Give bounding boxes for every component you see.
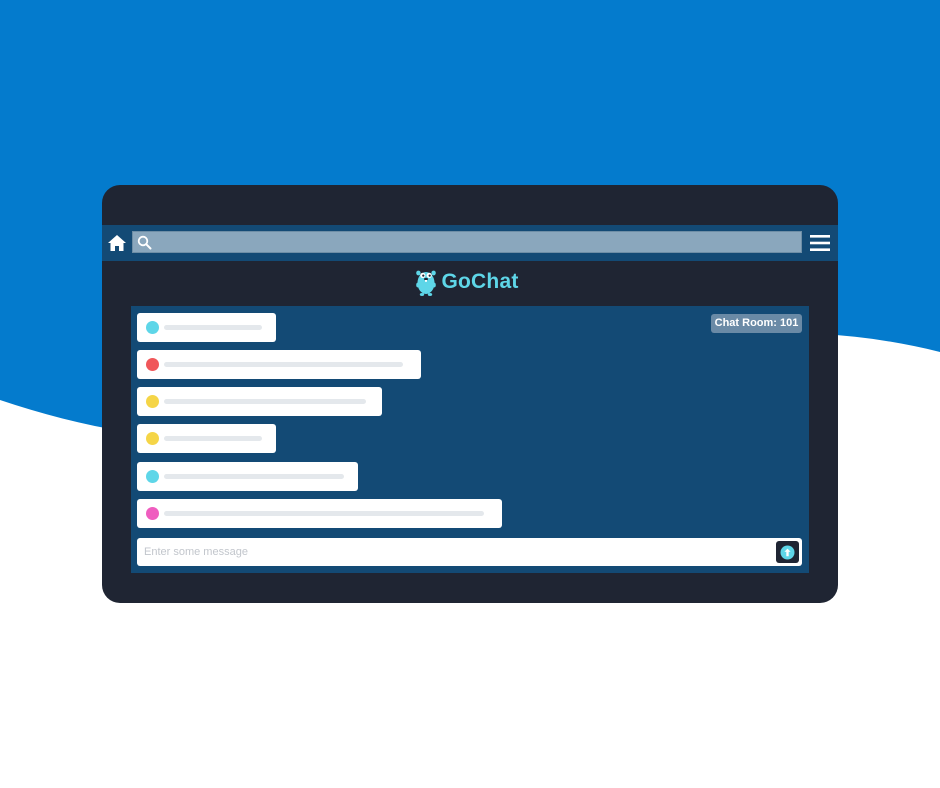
message-bubble	[137, 499, 502, 528]
search-bar[interactable]	[132, 231, 802, 253]
message-text-placeholder	[164, 474, 344, 479]
message-bubble	[137, 350, 421, 379]
message-input[interactable]	[144, 542, 764, 562]
user-avatar-dot	[146, 507, 159, 520]
message-text-placeholder	[164, 399, 366, 404]
user-avatar-dot	[146, 321, 159, 334]
hamburger-menu-icon[interactable]	[809, 233, 831, 253]
home-icon[interactable]	[107, 233, 127, 253]
user-avatar-dot	[146, 470, 159, 483]
chat-app-window: GoChat Chat Room: 101	[102, 185, 838, 603]
app-brand: GoChat	[102, 267, 838, 297]
user-avatar-dot	[146, 395, 159, 408]
search-icon	[137, 235, 152, 250]
app-title: GoChat	[441, 270, 519, 293]
message-composer	[137, 538, 802, 566]
message-text-placeholder	[164, 511, 484, 516]
user-avatar-dot	[146, 358, 159, 371]
message-text-placeholder	[164, 436, 262, 441]
send-arrow-up-icon	[780, 545, 795, 560]
message-text-placeholder	[164, 325, 262, 330]
top-navigation-bar	[102, 225, 838, 261]
chat-panel: Chat Room: 101	[131, 306, 809, 573]
message-text-placeholder	[164, 362, 403, 367]
user-avatar-dot	[146, 432, 159, 445]
message-bubble	[137, 424, 276, 453]
message-bubble	[137, 387, 382, 416]
search-input[interactable]	[157, 232, 797, 252]
message-bubble	[137, 462, 358, 491]
message-bubble	[137, 313, 276, 342]
chat-room-badge: Chat Room: 101	[711, 314, 802, 333]
send-button[interactable]	[776, 541, 799, 563]
gopher-mascot-icon	[416, 270, 437, 296]
